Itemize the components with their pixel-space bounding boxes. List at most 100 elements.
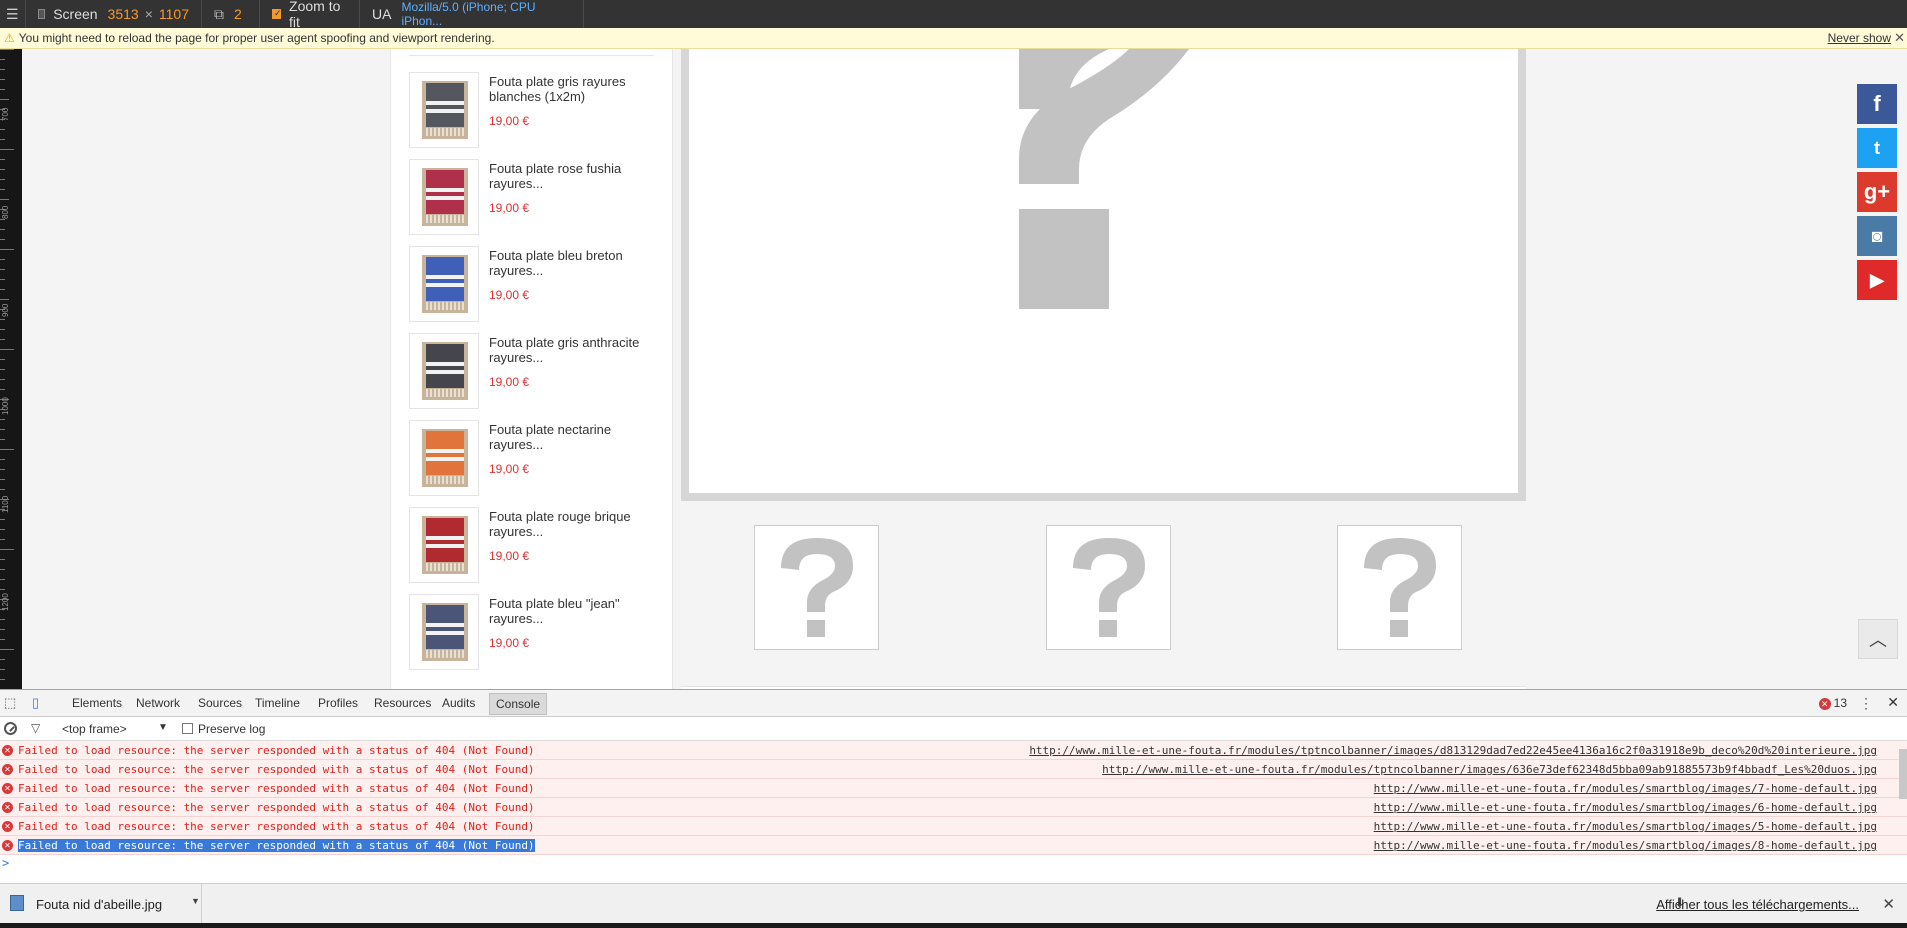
product-name-link[interactable]: Fouta plate rose fushia rayures... [489,161,654,191]
console-error-row[interactable]: ✕ Failed to load resource: the server res… [0,836,1907,855]
screen-height-input[interactable]: 1107 [159,6,189,22]
zoom-to-fit-checkbox[interactable] [272,8,282,19]
product-item[interactable]: Fouta plate rose fushia rayures... 19,00 … [409,159,659,239]
towel-image [422,255,468,313]
product-name-link[interactable]: Fouta plate gris rayures blanches (1x2m) [489,74,654,104]
more-options-icon[interactable]: ⋮ [1859,695,1873,712]
console-scrollbar[interactable] [1899,749,1907,799]
emulation-menu-button[interactable]: ☰ [0,0,26,28]
product-name-link[interactable]: Fouta plate gris anthracite rayures... [489,335,654,365]
product-name-link[interactable]: Fouta plate bleu "jean" rayures... [489,596,654,626]
product-item[interactable]: Fouta plate bleu "jean" rayures... 19,00 … [409,594,659,674]
error-icon: ✕ [2,745,13,756]
product-price: 19,00 € [489,201,530,215]
tab-sources[interactable]: Sources [198,696,242,710]
frame-selector[interactable]: <top frame> [62,722,127,736]
towel-image [422,342,468,400]
dropdown-arrow-icon[interactable]: ▼ [158,722,168,733]
warning-icon: ⚠ [4,31,15,45]
ruler-tick [0,289,5,290]
ruler-tick [0,659,5,660]
ruler-tick [0,339,5,340]
scroll-to-top-button[interactable]: ︿ [1858,619,1898,659]
console-prompt[interactable]: > [2,856,9,870]
console-error-row[interactable]: ✕ Failed to load resource: the server res… [0,817,1907,836]
ruler-tick [0,679,5,680]
youtube-icon[interactable]: ▶ [1857,260,1897,300]
chevron-down-icon[interactable]: ▼ [191,896,200,906]
tab-console[interactable]: Console [489,693,548,715]
product-thumbnail[interactable] [409,507,479,583]
product-item[interactable]: Fouta plate gris rayures blanches (1x2m)… [409,72,659,152]
show-all-downloads-link[interactable]: Afficher tous les téléchargements... [1656,897,1859,912]
product-price: 19,00 € [489,375,530,389]
console-error-row[interactable]: ✕ Failed to load resource: the server res… [0,798,1907,817]
ruler-tick [0,359,5,360]
product-name-link[interactable]: Fouta plate nectarine rayures... [489,422,654,452]
ruler-tick [0,169,5,170]
resource-url-link[interactable]: http://www.mille-et-une-fouta.fr/modules… [1374,820,1877,833]
clear-console-icon[interactable] [4,722,17,735]
resource-url-link[interactable]: http://www.mille-et-une-fouta.fr/modules… [1374,782,1877,795]
ruler-tick [0,249,14,250]
google-plus-icon[interactable]: g+ [1857,172,1897,212]
error-count-badge[interactable]: ✕ 13 [1818,696,1847,710]
never-show-link[interactable]: Never show [1828,31,1891,45]
console-error-row[interactable]: ✕ Failed to load resource: the server res… [0,741,1907,760]
screen-checkbox[interactable] [38,9,46,19]
download-item[interactable]: Fouta nid d'abeille.jpg ▼ [0,884,202,923]
twitter-icon[interactable]: t [1857,128,1897,168]
product-name-link[interactable]: Fouta plate rouge brique rayures... [489,509,654,539]
tab-audits[interactable]: Audits [442,696,475,710]
console-error-row[interactable]: ✕ Failed to load resource: the server res… [0,760,1907,779]
ua-input[interactable]: Mozilla/5.0 (iPhone; CPU iPhon... [401,0,571,28]
thumbnail-placeholder[interactable] [1046,525,1171,650]
tab-elements[interactable]: Elements [72,696,122,710]
product-thumbnail[interactable] [409,246,479,322]
tab-timeline[interactable]: Timeline [255,696,300,710]
product-name-link[interactable]: Fouta plate bleu breton rayures... [489,248,654,278]
product-thumbnail[interactable] [409,72,479,148]
product-thumbnail[interactable] [409,159,479,235]
tab-profiles[interactable]: Profiles [318,696,358,710]
product-item[interactable]: Fouta plate bleu breton rayures... 19,00 … [409,246,659,326]
dpr-input[interactable]: 2 [234,6,242,22]
device-mode-icon[interactable]: ▯ [32,695,50,711]
ruler-tick [0,429,5,430]
vertical-ruler: 700 800 900 1000 1100 1200 [0,49,22,689]
ruler-tick [0,419,5,420]
product-item[interactable]: Fouta plate nectarine rayures... 19,00 € [409,420,659,500]
close-devtools-icon[interactable]: ✕ [1887,694,1899,711]
facebook-icon[interactable]: f [1857,84,1897,124]
preserve-log-checkbox[interactable] [182,723,193,734]
filter-icon[interactable]: ▽ [31,721,40,735]
ruler-tick [0,99,9,100]
thumbnail-placeholder[interactable] [1337,525,1462,650]
close-icon[interactable]: ✕ [1894,30,1905,46]
device-emulation-toolbar: ☰ Screen 3513 × 1107 ⧉ 2 Zoom to fit UA … [0,0,1907,30]
tab-network[interactable]: Network [136,696,180,710]
chevron-up-icon: ︿ [1869,630,1887,650]
tab-resources[interactable]: Resources [374,696,431,710]
hamburger-icon: ☰ [6,5,19,22]
screen-width-input[interactable]: 3513 [108,6,139,22]
instagram-icon[interactable]: ◙ [1857,216,1897,256]
close-download-shelf-icon[interactable]: ✕ [1882,895,1895,913]
product-thumbnail[interactable] [409,594,479,670]
product-thumbnail[interactable] [409,420,479,496]
thumbnail-placeholder[interactable] [754,525,879,650]
product-price: 19,00 € [489,462,530,476]
resource-url-link[interactable]: http://www.mille-et-une-fouta.fr/modules… [1374,801,1877,814]
product-item[interactable]: Fouta plate rouge brique rayures... 19,00… [409,507,659,587]
inspect-element-icon[interactable]: ⬚ [4,695,22,711]
screen-label: Screen [53,6,98,22]
console-error-row[interactable]: ✕ Failed to load resource: the server res… [0,779,1907,798]
resource-url-link[interactable]: http://www.mille-et-une-fouta.fr/modules… [1102,763,1877,776]
zoom-to-fit-group[interactable]: Zoom to fit [260,0,360,30]
question-mark-icon [781,538,853,637]
resource-url-link[interactable]: http://www.mille-et-une-fouta.fr/modules… [1374,839,1877,852]
product-thumbnail[interactable] [409,333,479,409]
ruler-tick [0,269,5,270]
resource-url-link[interactable]: http://www.mille-et-une-fouta.fr/modules… [1029,744,1877,757]
product-item[interactable]: Fouta plate gris anthracite rayures... 19… [409,333,659,413]
